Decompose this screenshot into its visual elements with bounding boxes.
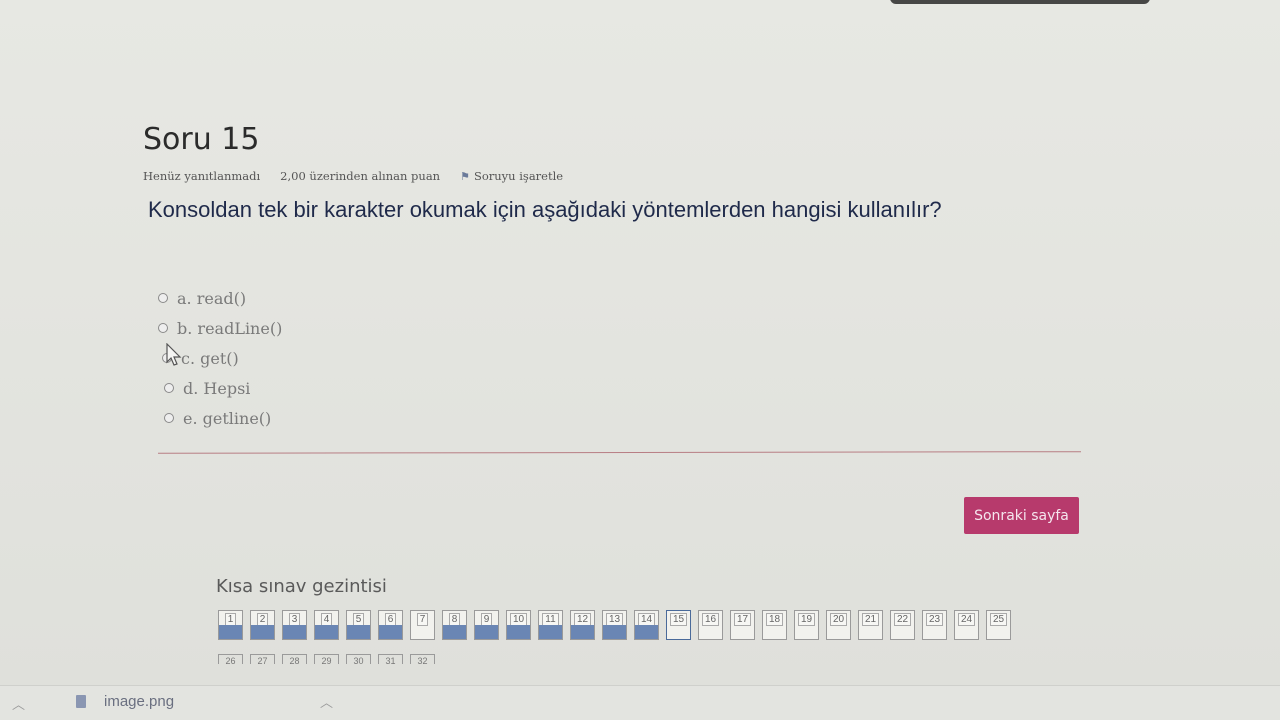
quiz-navigation-title: Kısa sınav gezintisi	[216, 576, 387, 597]
quiz-nav-button-22[interactable]: 22	[890, 610, 915, 640]
quiz-nav-button-1[interactable]: 1	[218, 610, 243, 640]
header-edge	[890, 0, 1150, 4]
quiz-nav-button-23[interactable]: 23	[922, 610, 947, 640]
quiz-nav-button-label: 23	[925, 613, 944, 626]
quiz-nav-button-label: 18	[765, 613, 784, 626]
quiz-nav-button-label: 24	[957, 613, 976, 626]
quiz-nav-button-label: 15	[669, 613, 688, 626]
quiz-nav-button-label: 13	[605, 613, 624, 626]
next-page-button[interactable]: Sonraki sayfa	[964, 497, 1079, 534]
quiz-nav-button-10[interactable]: 10	[506, 610, 531, 640]
radio-button[interactable]	[164, 383, 174, 393]
quiz-nav-button-label: 16	[701, 613, 720, 626]
quiz-nav-button-32[interactable]: 32	[410, 654, 435, 664]
file-icon	[76, 695, 86, 708]
question-number: Soru 15	[143, 122, 260, 157]
quiz-nav-button-31[interactable]: 31	[378, 654, 403, 664]
option-label: a. read()	[177, 288, 247, 308]
quiz-navigation-buttons-row2: 26 27 28 29 30 31 32	[218, 654, 435, 664]
quiz-nav-button-label: 10	[509, 613, 528, 626]
quiz-nav-button-label: 8	[448, 613, 461, 626]
option-d[interactable]: d. Hepsi	[164, 373, 282, 403]
quiz-nav-button-6[interactable]: 6	[378, 610, 403, 640]
download-bar: ︿ image.png ︿	[0, 685, 1280, 720]
quiz-nav-button-21[interactable]: 21	[858, 610, 883, 640]
quiz-nav-button-30[interactable]: 30	[346, 654, 371, 664]
option-label: e. getline()	[183, 408, 272, 428]
quiz-nav-button-label: 19	[797, 613, 816, 626]
option-b[interactable]: b. readLine()	[158, 313, 282, 343]
quiz-nav-button-19[interactable]: 19	[794, 610, 819, 640]
quiz-nav-button-label: 6	[384, 613, 397, 626]
quiz-nav-button-28[interactable]: 28	[282, 654, 307, 664]
quiz-nav-button-label: 4	[320, 613, 333, 626]
quiz-nav-button-17[interactable]: 17	[730, 610, 755, 640]
chevron-up-icon[interactable]: ︿	[12, 694, 25, 713]
quiz-page: Soru 15 Henüz yanıtlanmadı 2,00 üzerinde…	[0, 0, 1280, 685]
quiz-nav-button-label: 3	[288, 613, 301, 626]
flag-question-label: Soruyu işaretle	[473, 169, 564, 183]
download-menu-chevron-icon[interactable]: ︿	[320, 692, 333, 711]
download-file-name: image.png	[104, 693, 175, 710]
quiz-nav-button-2[interactable]: 2	[250, 610, 275, 640]
quiz-navigation-buttons: 1 2 3 4 5 6 7 8 9 10 11 12 13 14 15 16 17 18 19 20 21 22 23 24 2…	[218, 610, 1011, 640]
quiz-nav-button-label: 5	[352, 613, 365, 626]
option-label: d. Hepsi	[183, 378, 251, 398]
radio-button[interactable]	[158, 323, 168, 333]
radio-button[interactable]	[164, 413, 174, 423]
mouse-cursor-icon	[166, 343, 182, 366]
option-a[interactable]: a. read()	[158, 283, 282, 313]
question-info: Henüz yanıtlanmadı 2,00 üzerinden alınan…	[143, 169, 563, 183]
question-status: Henüz yanıtlanmadı	[143, 169, 261, 183]
download-item[interactable]: image.png	[76, 693, 174, 710]
quiz-nav-button-8[interactable]: 8	[442, 610, 467, 640]
quiz-nav-button-label: 12	[573, 613, 592, 626]
quiz-nav-button-13[interactable]: 13	[602, 610, 627, 640]
flag-question-link[interactable]: ⚑ Soruyu işaretle	[460, 169, 563, 183]
quiz-nav-button-7[interactable]: 7	[410, 610, 435, 640]
quiz-nav-button-5[interactable]: 5	[346, 610, 371, 640]
quiz-nav-button-9[interactable]: 9	[474, 610, 499, 640]
radio-button[interactable]	[158, 293, 168, 303]
quiz-nav-button-label: 9	[480, 613, 493, 626]
quiz-nav-button-label: 1	[224, 613, 237, 626]
quiz-nav-button-label: 21	[861, 613, 880, 626]
question-text: Konsoldan tek bir karakter okumak için a…	[148, 197, 942, 222]
quiz-nav-button-label: 14	[637, 613, 656, 626]
question-grade: 2,00 üzerinden alınan puan	[280, 169, 441, 183]
quiz-nav-button-16[interactable]: 16	[698, 610, 723, 640]
option-e[interactable]: e. getline()	[164, 403, 282, 433]
quiz-nav-button-3[interactable]: 3	[282, 610, 307, 640]
quiz-nav-button-27[interactable]: 27	[250, 654, 275, 664]
quiz-nav-button-20[interactable]: 20	[826, 610, 851, 640]
quiz-nav-button-24[interactable]: 24	[954, 610, 979, 640]
quiz-nav-button-label: 20	[829, 613, 848, 626]
quiz-nav-button-12[interactable]: 12	[570, 610, 595, 640]
quiz-nav-button-29[interactable]: 29	[314, 654, 339, 664]
quiz-nav-button-4[interactable]: 4	[314, 610, 339, 640]
quiz-nav-button-25[interactable]: 25	[986, 610, 1011, 640]
section-divider	[157, 451, 1082, 454]
option-label: c. get()	[181, 348, 239, 368]
quiz-nav-button-label: 7	[416, 613, 429, 626]
quiz-nav-button-label: 17	[733, 613, 752, 626]
quiz-nav-button-label: 2	[256, 613, 269, 626]
quiz-nav-button-18[interactable]: 18	[762, 610, 787, 640]
flag-icon: ⚑	[460, 169, 470, 183]
quiz-nav-button-label: 22	[893, 613, 912, 626]
quiz-nav-button-11[interactable]: 11	[538, 610, 563, 640]
quiz-nav-button-26[interactable]: 26	[218, 654, 243, 664]
quiz-nav-button-label: 11	[542, 613, 559, 626]
quiz-nav-button-label: 25	[989, 613, 1008, 626]
quiz-nav-button-15[interactable]: 15	[666, 610, 691, 640]
option-label: b. readLine()	[177, 318, 283, 338]
quiz-nav-button-14[interactable]: 14	[634, 610, 659, 640]
